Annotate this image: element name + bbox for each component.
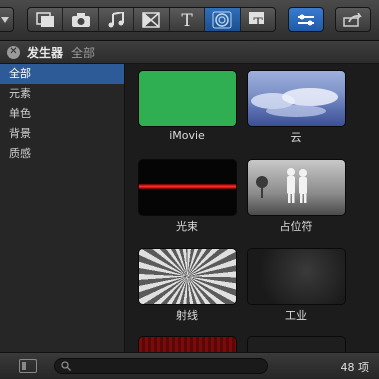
- tile-label: 云: [290, 131, 302, 144]
- thumbnail-light-beam: [138, 160, 236, 215]
- titles-icon: T: [181, 12, 193, 28]
- photo-browser-button[interactable]: [63, 8, 99, 31]
- close-panel-button[interactable]: ✕: [7, 45, 20, 59]
- music-note-icon: [108, 11, 125, 27]
- thumbnail-rays: [138, 249, 236, 304]
- tile-label: iMovie: [169, 129, 205, 142]
- panel-header: ✕ 发生器 全部: [0, 41, 379, 64]
- search-input[interactable]: [75, 359, 259, 373]
- placeholder-figures-image: [255, 168, 307, 203]
- clip-browser-button[interactable]: [28, 8, 64, 31]
- tile-label: 光束: [176, 220, 198, 233]
- generator-tile[interactable]: 光束: [137, 160, 237, 234]
- close-icon: ✕: [9, 46, 18, 57]
- tile-label: 射线: [176, 309, 198, 322]
- cloud-texture-image: [250, 88, 338, 117]
- clip-browser-icon: [36, 11, 55, 27]
- transitions-icon: [142, 11, 161, 28]
- generators-icon: [212, 11, 232, 28]
- thumbnail-placeholder: [247, 160, 345, 215]
- sidebar-item-all[interactable]: 全部: [0, 64, 124, 84]
- menu-dropdown-button[interactable]: [0, 7, 14, 32]
- item-count: 48 项: [340, 361, 370, 374]
- generator-tile[interactable]: 占位符: [246, 160, 346, 234]
- chevron-down-icon: [1, 16, 9, 23]
- thumbnail-red-curtain: [138, 337, 236, 352]
- browser-footer: 48 项: [0, 352, 379, 379]
- thumbnail-spotlight: [247, 337, 345, 352]
- camera-icon: [71, 12, 90, 27]
- transitions-browser-button[interactable]: [134, 8, 170, 31]
- share-button[interactable]: [335, 7, 371, 32]
- generator-tile[interactable]: [246, 337, 346, 352]
- generator-tile[interactable]: 云: [246, 71, 346, 145]
- sliders-icon: [298, 14, 314, 25]
- tile-label: 工业: [285, 309, 307, 322]
- share-arrow-icon: [343, 12, 362, 27]
- generator-tile[interactable]: 工业: [246, 249, 346, 323]
- themes-browser-button[interactable]: T: [241, 8, 275, 31]
- sidebar-item-textures[interactable]: 质感: [0, 144, 124, 164]
- browser-toolbar: T T: [0, 0, 379, 41]
- sidebar-item-elements[interactable]: 元素: [0, 84, 124, 104]
- themes-icon: T: [248, 11, 264, 29]
- generators-browser-button[interactable]: [205, 8, 241, 31]
- music-browser-button[interactable]: [99, 8, 135, 31]
- sidebar-item-backgrounds[interactable]: 背景: [0, 124, 124, 144]
- thumbnail-clouds: [247, 71, 345, 126]
- svg-text:T: T: [253, 16, 263, 29]
- generator-tile[interactable]: [137, 337, 237, 352]
- generator-grid: iMovie 云 光束 占位符 射线 工业: [125, 64, 379, 352]
- sidebar-item-solid-colors[interactable]: 单色: [0, 104, 124, 124]
- panel-title: 发生器: [27, 45, 64, 60]
- generator-tile[interactable]: iMovie: [137, 71, 237, 142]
- search-icon: [61, 361, 71, 371]
- adjust-button[interactable]: [288, 7, 324, 32]
- breadcrumb: 全部: [71, 45, 96, 60]
- svg-text:T: T: [181, 12, 193, 28]
- thumbnail-industrial: [247, 249, 345, 304]
- titles-browser-button[interactable]: T: [170, 8, 206, 31]
- generator-tile[interactable]: 射线: [137, 249, 237, 323]
- search-field[interactable]: [54, 358, 268, 374]
- category-sidebar: 全部 元素 单色 背景 质感: [0, 64, 125, 352]
- tile-label: 占位符: [279, 220, 313, 233]
- browser-segmented-control: T T: [27, 7, 276, 32]
- sidebar-toggle-button[interactable]: [19, 359, 37, 373]
- thumbnail-imovie: [138, 71, 236, 126]
